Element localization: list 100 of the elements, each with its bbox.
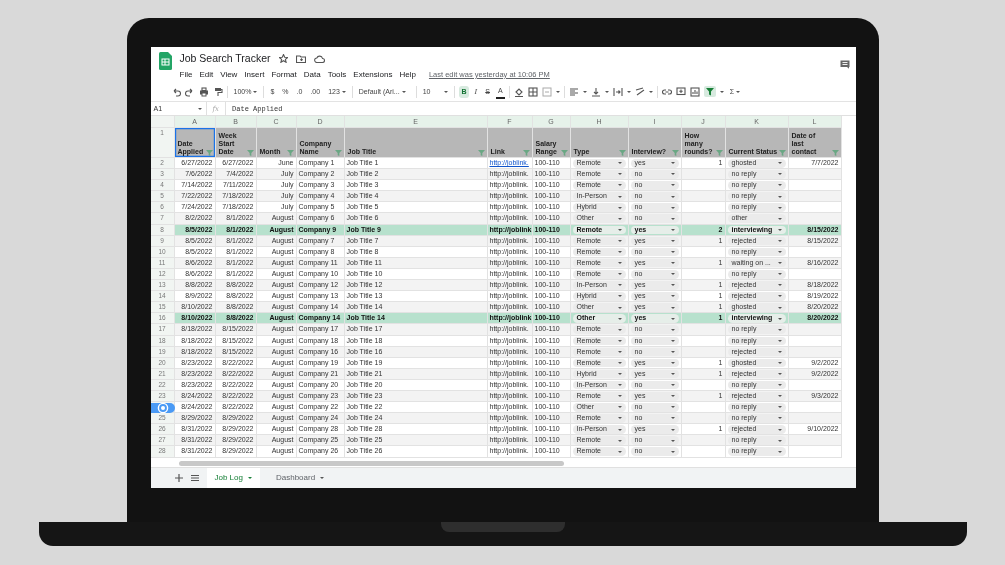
caret-icon: [670, 173, 675, 176]
caret-icon: [777, 439, 782, 442]
caret-icon: [670, 284, 675, 287]
caret-icon: [617, 328, 622, 331]
caret-icon: [670, 162, 675, 165]
caret-icon: [670, 295, 675, 298]
caret-icon: [617, 162, 622, 165]
text-rotate-icon[interactable]: [634, 86, 645, 97]
caret-icon: [617, 206, 622, 209]
caret-icon: [777, 273, 782, 276]
caret-icon: [320, 477, 325, 479]
floating-button[interactable]: [150, 403, 175, 413]
caret-icon: [617, 306, 622, 309]
filter-icon[interactable]: [703, 86, 716, 97]
menu-item[interactable]: Data: [303, 69, 321, 81]
caret-icon: [253, 90, 258, 93]
menu-item[interactable]: File: [179, 69, 193, 81]
print-icon[interactable]: [198, 86, 209, 97]
sheets-logo-icon[interactable]: [158, 52, 172, 70]
caret-icon: [617, 173, 622, 176]
cloud-icon[interactable]: [313, 54, 325, 63]
menu-item[interactable]: Format: [271, 69, 297, 81]
caret-icon: [777, 428, 782, 431]
caret-icon: [401, 90, 406, 93]
caret-icon: [670, 239, 675, 242]
caret-icon: [670, 373, 675, 376]
caret-icon: [617, 373, 622, 376]
caret-icon: [670, 439, 675, 442]
menu-item[interactable]: Help: [399, 69, 416, 81]
caret-icon: [670, 417, 675, 420]
caret-icon: [670, 362, 675, 364]
caret-icon: [617, 428, 622, 431]
menu-item[interactable]: Edit: [199, 69, 214, 81]
caret-icon: [582, 90, 587, 93]
sheet-tab[interactable]: Job Log: [206, 468, 260, 488]
add-comment-icon[interactable]: [675, 86, 686, 97]
align-left-icon[interactable]: [568, 86, 579, 97]
caret-icon: [670, 450, 675, 453]
document-title[interactable]: Job Search Tracker: [179, 52, 271, 65]
caret-icon: [670, 195, 675, 198]
menu-item[interactable]: Tools: [327, 69, 347, 81]
caret-icon: [777, 284, 782, 287]
menu-item[interactable]: Insert: [244, 69, 265, 81]
select-all-corner[interactable]: [150, 116, 175, 128]
caret-icon: [617, 406, 622, 409]
caret-icon: [777, 350, 782, 353]
caret-icon: [617, 450, 622, 453]
caret-icon: [670, 350, 675, 353]
caret-icon: [604, 90, 609, 93]
caret-icon: [670, 228, 675, 231]
vertical-align-icon[interactable]: [590, 86, 601, 97]
caret-icon: [777, 317, 782, 320]
caret-icon: [670, 328, 675, 331]
paint-format-icon[interactable]: [212, 86, 223, 97]
caret-icon: [648, 90, 653, 93]
fill-color-icon[interactable]: [513, 86, 524, 97]
caret-icon: [617, 195, 622, 198]
caret-icon: [777, 173, 782, 176]
plus-icon[interactable]: [174, 474, 183, 482]
link-icon[interactable]: [661, 86, 672, 97]
caret-icon: [670, 273, 675, 276]
caret-icon: [777, 162, 782, 165]
caret-icon: [777, 373, 782, 376]
comment-icon[interactable]: [839, 60, 850, 69]
caret-icon: [617, 417, 622, 420]
chart-icon[interactable]: [689, 86, 700, 97]
caret-icon: [777, 406, 782, 409]
caret-icon: [617, 350, 622, 353]
caret-icon: [777, 417, 782, 420]
caret-icon: [777, 362, 782, 364]
caret-icon: [617, 273, 622, 276]
caret-icon: [777, 295, 782, 298]
redo-icon[interactable]: [184, 86, 195, 97]
merge-cells-icon[interactable]: [541, 86, 552, 97]
caret-icon: [777, 339, 782, 342]
caret-icon: [777, 217, 782, 220]
borders-icon[interactable]: [527, 86, 538, 97]
caret-icon: [617, 317, 622, 320]
caret-icon: [617, 284, 622, 287]
caret-icon: [617, 362, 622, 364]
caret-icon: [777, 262, 782, 265]
menu-item[interactable]: Extensions: [353, 69, 393, 81]
caret-icon: [777, 450, 782, 453]
folder-icon[interactable]: [295, 54, 306, 63]
menu-icon[interactable]: [190, 474, 199, 482]
caret-icon: [670, 395, 675, 398]
menu-item[interactable]: View: [220, 69, 238, 81]
text-wrap-icon[interactable]: [612, 86, 623, 97]
caret-icon: [670, 262, 675, 265]
caret-icon: [670, 428, 675, 431]
scrollbar-thumb[interactable]: [178, 461, 564, 466]
caret-icon: [197, 108, 202, 110]
caret-icon: [247, 477, 252, 479]
star-icon[interactable]: [278, 54, 288, 63]
caret-icon: [617, 439, 622, 442]
caret-icon: [777, 384, 782, 387]
caret-icon: [777, 195, 782, 198]
sheet-tab[interactable]: Dashboard: [267, 468, 333, 488]
caret-icon: [777, 184, 782, 187]
caret-icon: [670, 384, 675, 387]
